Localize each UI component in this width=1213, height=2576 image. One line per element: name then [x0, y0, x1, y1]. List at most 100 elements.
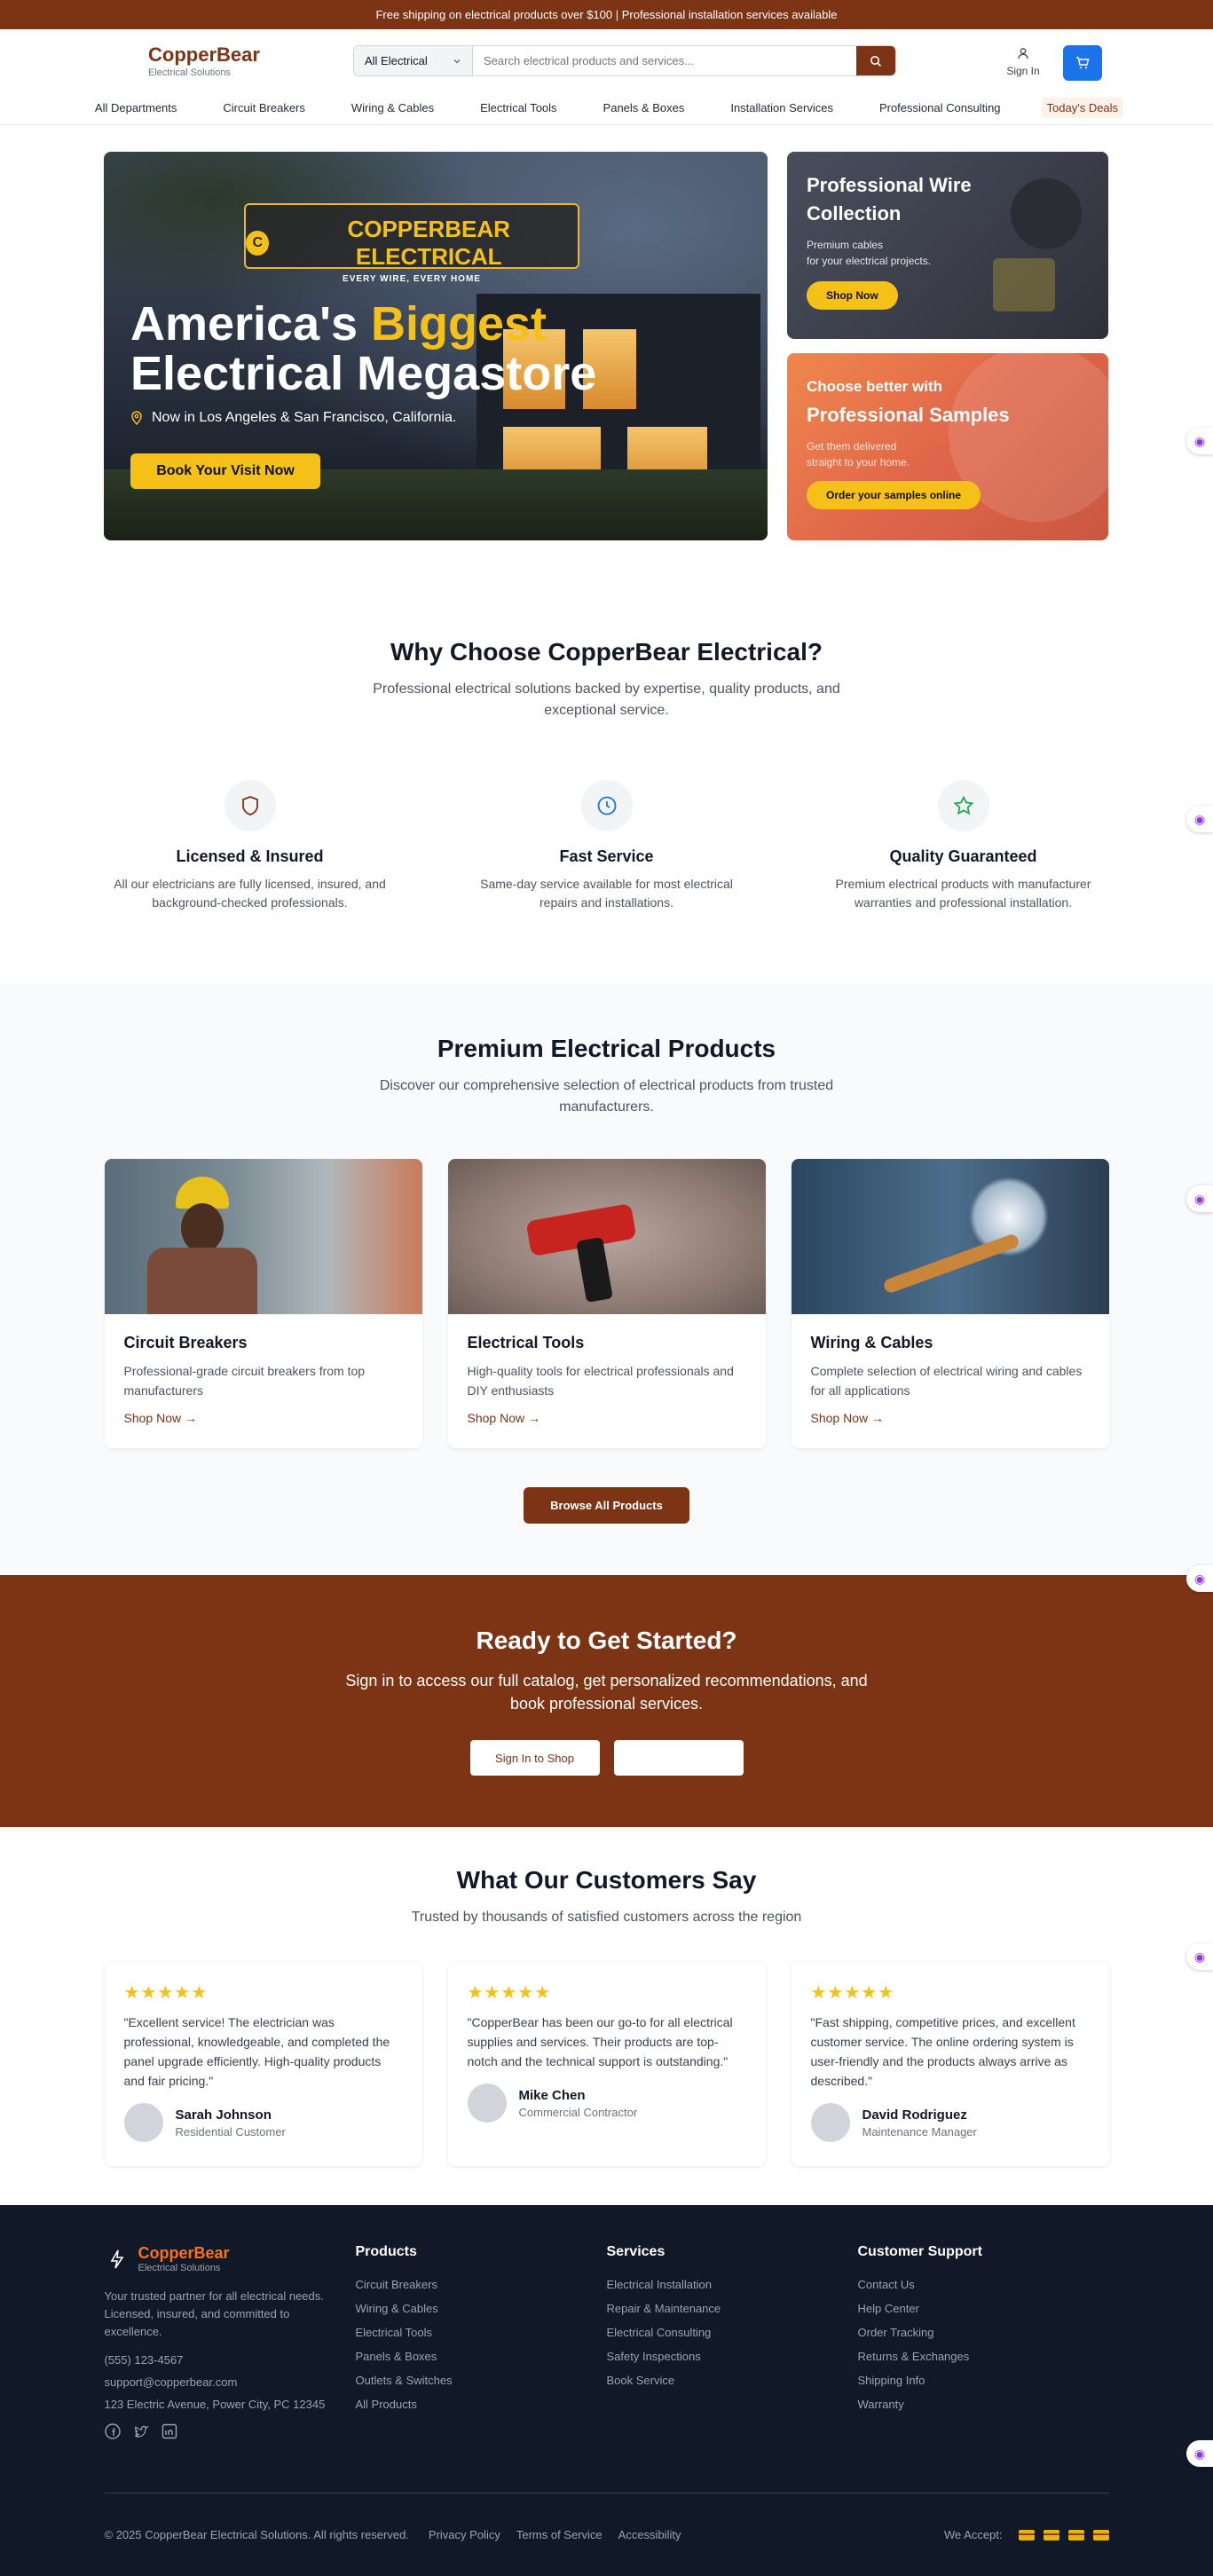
footer-col-title: Services: [606, 2244, 666, 2259]
footer-logo-tagline: Electrical Solutions: [138, 2263, 221, 2273]
footer-link[interactable]: Panels & Boxes: [356, 2350, 607, 2363]
products-section: Premium Electrical Products Discover our…: [0, 983, 1213, 1575]
nav-installation-services[interactable]: Installation Services: [725, 98, 839, 118]
nav-panels-boxes[interactable]: Panels & Boxes: [598, 98, 690, 118]
feature-desc: Premium electrical products with manufac…: [835, 877, 1091, 910]
floating-assistant-icon[interactable]: ◉: [1186, 2440, 1213, 2467]
facebook-icon[interactable]: [104, 2423, 121, 2439]
shield-icon: [241, 796, 258, 815]
floating-assistant-icon[interactable]: ◉: [1186, 1565, 1213, 1592]
twitter-icon[interactable]: [133, 2423, 149, 2439]
nav-todays-deals[interactable]: Today's Deals: [1041, 98, 1124, 118]
footer-support-col: Customer Support Contact Us Help Center …: [858, 2244, 1109, 2439]
footer-link[interactable]: Repair & Maintenance: [607, 2302, 858, 2315]
linkedin-icon[interactable]: [161, 2423, 177, 2439]
shop-now-link[interactable]: Shop Now →: [811, 1411, 884, 1425]
brand-c-icon: C: [246, 231, 270, 256]
footer-link[interactable]: Help Center: [858, 2302, 1109, 2315]
shop-now-button[interactable]: Shop Now: [807, 281, 898, 310]
footer-link[interactable]: Electrical Consulting: [607, 2326, 858, 2339]
nav-all-departments[interactable]: All Departments: [90, 98, 182, 118]
promo-desc-line2: straight to your home.: [807, 456, 910, 469]
badge-subtitle: EVERY WIRE, EVERY HOME: [343, 274, 481, 284]
product-title: Circuit Breakers: [123, 1334, 248, 1351]
promo-professional-samples[interactable]: Choose better with Professional Samples …: [787, 353, 1108, 540]
sign-in-link[interactable]: Sign In: [999, 47, 1047, 77]
footer-link[interactable]: Wiring & Cables: [356, 2302, 607, 2315]
floating-assistant-icon[interactable]: ◉: [1186, 1186, 1213, 1212]
footer-link[interactable]: Order Tracking: [858, 2326, 1109, 2339]
search-category-select[interactable]: All Electrical: [354, 46, 473, 75]
product-desc: High-quality tools for electrical profes…: [467, 1364, 734, 1398]
feature-list: Licensed & Insured All our electricians …: [104, 780, 1110, 912]
footer-email[interactable]: support@copperbear.com: [105, 2375, 356, 2389]
feature-item: Licensed & Insured All our electricians …: [104, 780, 397, 912]
promo-wire-collection[interactable]: Professional Wire Collection Premium cab…: [787, 152, 1108, 339]
nav-professional-consulting[interactable]: Professional Consulting: [874, 98, 1006, 118]
floating-assistant-icon[interactable]: ◉: [1186, 806, 1213, 832]
floating-assistant-icon[interactable]: ◉: [1186, 428, 1213, 454]
payment-methods: We Accept:: [944, 2528, 1109, 2541]
footer-col-title: Products: [355, 2244, 417, 2259]
promo-title-line2: Professional Samples: [807, 404, 1010, 426]
footer-logo-name: CopperBear: [138, 2244, 230, 2262]
footer-link[interactable]: Warranty: [858, 2398, 1109, 2411]
author-name: Sarah Johnson: [175, 2107, 272, 2123]
footer-link[interactable]: Shipping Info: [858, 2374, 1109, 2387]
floating-assistant-icon[interactable]: ◉: [1186, 1943, 1213, 1970]
nav-wiring-cables[interactable]: Wiring & Cables: [346, 98, 439, 118]
footer-link[interactable]: Outlets & Switches: [356, 2374, 607, 2387]
footer-link[interactable]: Electrical Installation: [607, 2278, 858, 2291]
cta-secondary-button[interactable]: [613, 1740, 744, 1776]
footer-link[interactable]: Safety Inspections: [607, 2350, 858, 2363]
browse-all-products-button[interactable]: Browse All Products: [524, 1487, 689, 1524]
search-input[interactable]: [473, 46, 856, 75]
testimonials-section: What Our Customers Say Trusted by thousa…: [0, 1827, 1213, 2205]
promo-desc-line1: Premium cables: [807, 239, 884, 251]
rating-stars-icon: ★★★★★: [467, 1983, 552, 2003]
nav-electrical-tools[interactable]: Electrical Tools: [475, 98, 562, 118]
credit-card-icon: [1067, 2529, 1084, 2541]
hero-title-highlight: Biggest: [371, 297, 547, 351]
feature-title: Fast Service: [559, 847, 654, 865]
cta-desc: Sign in to access our full catalog, get …: [345, 1672, 868, 1713]
footer-phone[interactable]: (555) 123-4567: [105, 2353, 356, 2367]
shop-now-link[interactable]: Shop Now →: [124, 1411, 197, 1425]
author-role: Residential Customer: [175, 2124, 286, 2139]
cart-button[interactable]: [1063, 45, 1102, 81]
product-card[interactable]: Circuit Breakers Professional-grade circ…: [104, 1159, 422, 1448]
avatar: [810, 2103, 850, 2142]
footer-link[interactable]: Contact Us: [858, 2278, 1109, 2291]
sign-in-label: Sign In: [1006, 65, 1040, 77]
order-samples-button[interactable]: Order your samples online: [807, 481, 981, 509]
footer-link[interactable]: Returns & Exchanges: [858, 2350, 1109, 2363]
shop-now-link[interactable]: Shop Now →: [468, 1411, 540, 1425]
product-card[interactable]: Electrical Tools High-quality tools for …: [447, 1159, 766, 1448]
nav-circuit-breakers[interactable]: Circuit Breakers: [217, 98, 310, 118]
footer-products-col: Products Circuit Breakers Wiring & Cable…: [356, 2244, 607, 2439]
feature-icon-wrap: [937, 780, 989, 831]
author-role: Maintenance Manager: [862, 2124, 977, 2139]
terms-of-service-link[interactable]: Terms of Service: [516, 2528, 603, 2541]
copyright-text: © 2025 CopperBear Electrical Solutions. …: [104, 2528, 409, 2541]
footer-link[interactable]: Circuit Breakers: [356, 2278, 607, 2291]
site-logo[interactable]: CopperBear Electrical Solutions: [148, 43, 260, 78]
footer-link[interactable]: Book Service: [607, 2374, 858, 2387]
product-desc: Complete selection of electrical wiring …: [810, 1364, 1083, 1398]
accessibility-link[interactable]: Accessibility: [618, 2528, 681, 2541]
book-visit-button[interactable]: Book Your Visit Now: [130, 453, 320, 489]
privacy-policy-link[interactable]: Privacy Policy: [429, 2528, 500, 2541]
promo-title-line1: Choose better with: [807, 378, 943, 395]
hero-section: C COPPERBEAR ELECTRICAL EVERY WIRE, EVER…: [0, 125, 1213, 549]
footer-link[interactable]: Electrical Tools: [356, 2326, 607, 2339]
footer-columns: CopperBear Electrical Solutions Your tru…: [105, 2244, 1109, 2439]
sign-in-to-shop-button[interactable]: Sign In to Shop: [469, 1740, 600, 1776]
product-card[interactable]: Wiring & Cables Complete selection of el…: [791, 1159, 1109, 1448]
testimonial-author: Mike Chen Commercial Contractor: [467, 2084, 746, 2123]
credit-card-icon: [1043, 2529, 1059, 2541]
footer-link[interactable]: All Products: [356, 2398, 607, 2411]
footer-col-title: Customer Support: [857, 2244, 982, 2259]
search-button[interactable]: [856, 46, 895, 75]
footer-logo[interactable]: CopperBear Electrical Solutions: [105, 2244, 356, 2273]
user-icon: [1018, 48, 1028, 59]
